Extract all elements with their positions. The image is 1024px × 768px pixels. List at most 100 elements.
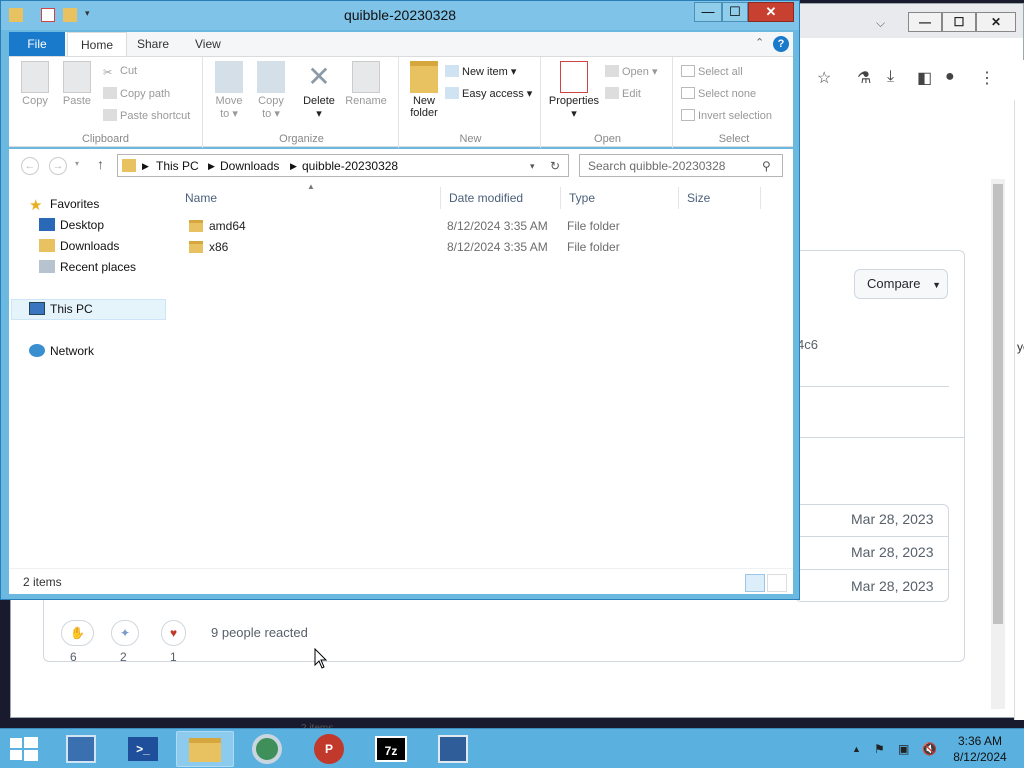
network-tool-icon[interactable] [424,731,482,767]
edit-button[interactable]: Edit [605,87,641,100]
divider [795,536,949,537]
extension-icon[interactable]: ⚗ [857,68,871,88]
heart-icon: ♥ [170,626,178,640]
delete-label: Delete [303,95,335,107]
details-view-button[interactable] [745,574,765,592]
chevron-down-icon[interactable]: ⌵ [876,16,885,31]
nav-label: Downloads [60,239,120,253]
seven-zip-icon[interactable]: 7z [362,731,420,767]
recent-locations-icon[interactable]: ▾ [75,159,79,168]
explorer-titlebar[interactable]: ▾ quibble-20230328 — ☐ ✕ [1,1,799,30]
profile-icon[interactable]: ● [945,68,955,86]
copy-to-label: Copy [258,95,284,107]
back-button[interactable]: ← [21,157,39,175]
show-hidden-icons-icon[interactable]: ▲ [852,744,861,754]
server-manager-icon[interactable] [52,731,110,767]
column-header-type[interactable]: Type [561,187,679,209]
reaction-heart[interactable]: ♥ 1 [161,620,187,664]
chrome-icon[interactable] [238,731,296,767]
nav-desktop[interactable]: Desktop [39,218,104,232]
browser-minimize-button[interactable]: — [908,12,942,32]
tab-view[interactable]: View [195,32,221,56]
nav-favorites[interactable]: ★ Favorites [29,197,99,213]
up-arrow-icon[interactable]: ↑ [97,156,104,172]
easy-access-button[interactable]: Easy access ▾ [445,87,532,100]
sidebar-icon[interactable]: ◧ [917,68,932,88]
recent-places-icon [39,260,55,273]
new-folder-button[interactable]: New folder [405,61,443,119]
flag-icon[interactable]: ⚑ [874,742,885,756]
breadcrumb-downloads[interactable]: Downloads [220,159,279,173]
paste-shortcut-button[interactable]: Paste shortcut [103,109,190,122]
move-to-label: Move [215,95,243,107]
minimize-button[interactable]: — [694,2,722,22]
forward-button[interactable]: → [49,157,67,175]
ribbon-tabs: File Home Share View ⌃ ? [9,32,793,56]
breadcrumb-current-folder[interactable]: quibble-20230328 [302,159,398,173]
refresh-icon[interactable]: ↻ [550,159,560,173]
cut-button[interactable]: ✂ Cut [103,65,137,79]
group-label: New [459,133,482,145]
select-all-button[interactable]: Select all [681,65,743,78]
clock[interactable]: 3:36 AM 8/12/2024 [944,733,1016,765]
large-icons-view-button[interactable] [767,574,787,592]
copy-to-icon [257,61,285,93]
browser-scroll-thumb[interactable] [993,184,1003,624]
new-folder-label-2: folder [410,107,438,119]
browser-close-button[interactable]: ✕ [976,12,1016,32]
reaction-thumbs-up[interactable]: ✋ 6 [61,620,94,664]
column-header-date-modified[interactable]: Date modified [441,187,561,209]
nav-this-pc[interactable]: This PC [29,302,93,316]
column-header-name[interactable]: Name [177,187,441,209]
windows-start-icon[interactable] [10,737,38,761]
nav-downloads[interactable]: Downloads [39,239,119,253]
copy-button[interactable]: Copy [17,61,53,107]
powershell-icon[interactable]: >_ [114,731,172,767]
properties-button[interactable]: Properties ▾ [545,61,603,120]
tab-home[interactable]: Home [67,32,127,56]
address-dropdown-icon[interactable]: ▾ [530,161,535,172]
close-button[interactable]: ✕ [748,2,794,22]
star-icon[interactable]: ☆ [817,68,831,88]
paste-shortcut-icon [103,109,117,121]
copy-path-button[interactable]: Copy path [103,87,170,100]
delete-button[interactable]: ✕ Delete ▾ [299,61,339,120]
computer-icon [29,302,45,315]
move-to-button[interactable]: Move to ▾ [211,61,247,120]
open-button[interactable]: Open ▾ [605,65,658,78]
group-clipboard: Copy Paste ✂ Cut Copy path Paste shortcut… [9,57,203,148]
maximize-button[interactable]: ☐ [722,2,748,22]
compare-button[interactable]: Compare ▼ [854,269,948,299]
menu-icon[interactable]: ⋮ [979,68,995,88]
tab-share[interactable]: Share [137,32,169,56]
search-icon[interactable]: ⚲ [762,159,771,173]
download-icon[interactable]: ⤓ [887,68,894,86]
paste-label: Paste [62,95,92,107]
file-row[interactable]: x86 8/12/2024 3:35 AM File folder [169,237,769,258]
nav-label: Desktop [60,218,105,232]
nav-recent-places[interactable]: Recent places [39,260,136,274]
rename-label: Rename [345,95,387,107]
tab-file[interactable]: File [9,32,65,56]
file-row[interactable]: amd64 8/12/2024 3:35 AM File folder [169,216,769,237]
help-icon[interactable]: ? [773,36,789,52]
collapse-ribbon-icon[interactable]: ⌃ [755,36,764,49]
address-bar[interactable]: ▶ This PC ▶ Downloads ▶ quibble-20230328… [117,154,569,177]
invert-selection-button[interactable]: Invert selection [681,109,772,122]
select-none-button[interactable]: Select none [681,87,756,100]
new-item-button[interactable]: New item ▾ [445,65,516,78]
breadcrumb-this-pc[interactable]: This PC [156,159,199,173]
file-explorer-icon[interactable] [176,731,234,767]
pdf-app-icon[interactable]: P [300,731,358,767]
copy-to-button[interactable]: Copy to ▾ [253,61,289,120]
commit-hash[interactable]: 4c6 [797,337,818,352]
paste-button[interactable]: Paste [59,61,95,107]
search-box[interactable]: Search quibble-20230328 ⚲ [579,154,783,177]
reaction-rocket[interactable]: ✦ 2 [111,620,140,664]
network-tray-icon[interactable]: ▣ [898,742,909,756]
column-header-size[interactable]: Size [679,187,761,209]
volume-muted-icon[interactable]: 🔇 [922,742,937,756]
nav-network[interactable]: Network [29,344,94,358]
rename-button[interactable]: Rename [343,61,389,107]
browser-maximize-button[interactable]: ☐ [942,12,976,32]
